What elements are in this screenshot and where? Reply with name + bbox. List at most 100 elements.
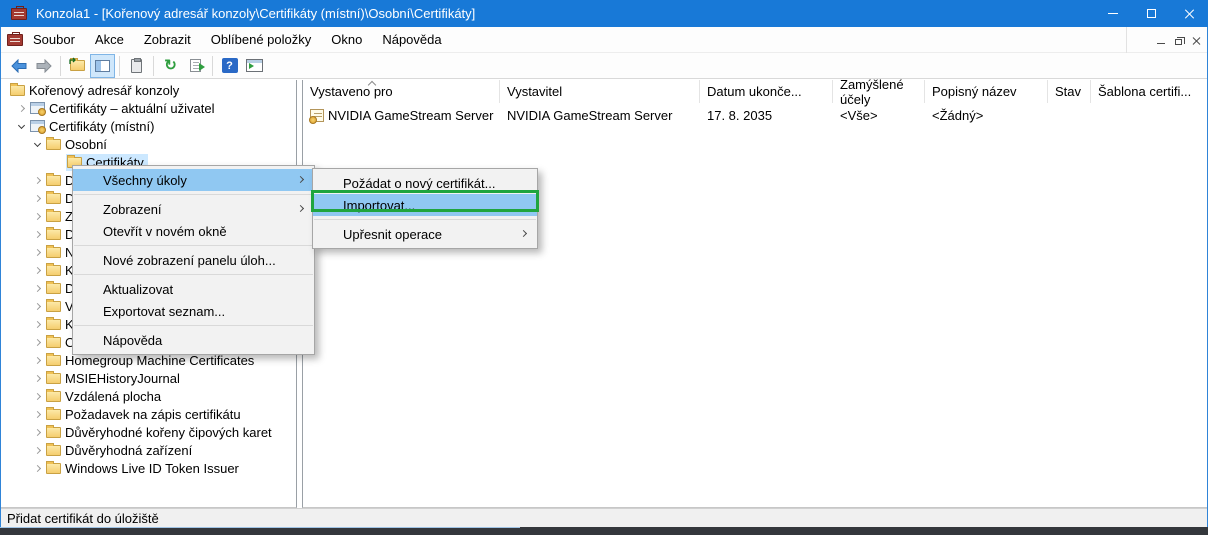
certificate-icon bbox=[310, 109, 324, 122]
menu-soubor[interactable]: Soubor bbox=[23, 27, 85, 52]
back-button[interactable] bbox=[6, 54, 31, 78]
tree-item-cert-enrollment-requests[interactable]: Požadavek na zápis certifikátu bbox=[2, 405, 295, 423]
menu-napoveda[interactable]: Nápověda bbox=[372, 27, 451, 52]
child-restore-button[interactable] bbox=[1175, 39, 1182, 45]
submenu-arrow-icon bbox=[297, 176, 304, 183]
folder-icon bbox=[46, 175, 61, 186]
child-window-controls bbox=[1157, 30, 1201, 50]
chevron-right-icon[interactable] bbox=[32, 358, 42, 363]
refresh-icon: ↻ bbox=[164, 58, 177, 73]
tree-item-label: Vzdálená plocha bbox=[65, 389, 161, 404]
chevron-right-icon[interactable] bbox=[32, 466, 42, 471]
child-close-button[interactable] bbox=[1192, 36, 1201, 45]
chevron-right-icon[interactable] bbox=[32, 340, 42, 345]
chevron-right-icon[interactable] bbox=[32, 286, 42, 291]
tree-item-smart-card-roots[interactable]: Důvěryhodné kořeny čipových karet bbox=[2, 423, 295, 441]
certificate-row[interactable]: NVIDIA GameStream Server NVIDIA GameStre… bbox=[303, 106, 1207, 125]
chevron-right-icon[interactable] bbox=[32, 448, 42, 453]
tree-item-remote-desktop[interactable]: Vzdálená plocha bbox=[2, 387, 295, 405]
column-header-issued-to[interactable]: Vystaveno pro bbox=[303, 80, 500, 103]
chevron-right-icon[interactable] bbox=[32, 376, 42, 381]
chevron-right-icon[interactable] bbox=[32, 250, 42, 255]
maximize-button[interactable] bbox=[1132, 0, 1170, 27]
refresh-button[interactable]: ↻ bbox=[158, 54, 183, 78]
chevron-right-icon[interactable] bbox=[32, 430, 42, 435]
toolbar: ↻ ? bbox=[1, 53, 1207, 79]
show-console-tree-icon bbox=[95, 60, 110, 72]
maximize-icon bbox=[1147, 9, 1156, 18]
mdi-separator bbox=[1126, 27, 1127, 53]
menu-zobrazit[interactable]: Zobrazit bbox=[134, 27, 201, 52]
forward-icon bbox=[36, 59, 52, 73]
up-one-level-button[interactable] bbox=[65, 54, 90, 78]
properties-button[interactable] bbox=[124, 54, 149, 78]
new-window-button[interactable] bbox=[242, 54, 267, 78]
context-menu-item-new-taskpad-view[interactable]: Nové zobrazení panelu úloh... bbox=[73, 249, 314, 271]
context-menu-item-export-list[interactable]: Exportovat seznam... bbox=[73, 300, 314, 322]
chevron-right-icon[interactable] bbox=[32, 394, 42, 399]
properties-icon bbox=[131, 59, 142, 73]
titlebar: Konzola1 - [Kořenový adresář konzoly\Cer… bbox=[0, 0, 1208, 27]
submenu-item-advanced-operations[interactable]: Upřesnit operace bbox=[313, 223, 537, 245]
menu-akce[interactable]: Akce bbox=[85, 27, 134, 52]
help-button[interactable]: ? bbox=[217, 54, 242, 78]
toolbar-separator bbox=[119, 56, 120, 76]
cell-issued-by: NVIDIA GameStream Server bbox=[507, 108, 672, 123]
toolbar-separator bbox=[212, 56, 213, 76]
chevron-right-icon[interactable] bbox=[32, 196, 42, 201]
chevron-right-icon[interactable] bbox=[32, 304, 42, 309]
column-header-friendly-name[interactable]: Popisný název bbox=[925, 80, 1048, 103]
folder-icon bbox=[46, 391, 61, 402]
chevron-down-icon[interactable] bbox=[16, 125, 26, 128]
tree-item-msiehistoryjournal[interactable]: MSIEHistoryJournal bbox=[2, 369, 295, 387]
chevron-right-icon[interactable] bbox=[16, 106, 26, 111]
tree-item-console-root[interactable]: Kořenový adresář konzoly bbox=[2, 81, 295, 99]
context-menu-item-open-new-window[interactable]: Otevřít v novém okně bbox=[73, 220, 314, 242]
minimize-button[interactable] bbox=[1094, 0, 1132, 27]
tree-item-windows-live-id[interactable]: Windows Live ID Token Issuer bbox=[2, 459, 295, 477]
close-icon bbox=[1184, 8, 1195, 19]
forward-button[interactable] bbox=[31, 54, 56, 78]
chevron-down-icon[interactable] bbox=[32, 143, 42, 146]
context-menu-item-all-tasks[interactable]: Všechny úkoly bbox=[73, 169, 314, 191]
tree-item-personal[interactable]: Osobní bbox=[2, 135, 295, 153]
chevron-right-icon[interactable] bbox=[32, 322, 42, 327]
tree-item-trusted-devices[interactable]: Důvěryhodná zařízení bbox=[2, 441, 295, 459]
folder-icon bbox=[46, 139, 61, 150]
chevron-right-icon[interactable] bbox=[32, 214, 42, 219]
menu-okno[interactable]: Okno bbox=[321, 27, 372, 52]
mmc-app-icon bbox=[11, 8, 27, 20]
export-list-button[interactable] bbox=[183, 54, 208, 78]
show-console-tree-button[interactable] bbox=[90, 54, 115, 78]
submenu-item-request-new-certificate[interactable]: Požádat o nový certifikát... bbox=[313, 172, 537, 194]
column-header-expiration-date[interactable]: Datum ukonče... bbox=[700, 80, 833, 103]
folder-icon bbox=[10, 85, 25, 96]
folder-icon bbox=[46, 193, 61, 204]
taskbar-sliver bbox=[0, 527, 1208, 535]
chevron-right-icon[interactable] bbox=[32, 412, 42, 417]
chevron-right-icon[interactable] bbox=[32, 232, 42, 237]
context-menu-item-view[interactable]: Zobrazení bbox=[73, 198, 314, 220]
tree-item-label: Osobní bbox=[65, 137, 107, 152]
folder-icon bbox=[46, 301, 61, 312]
folder-icon bbox=[46, 265, 61, 276]
tree-item-certificates-local[interactable]: Certifikáty (místní) bbox=[2, 117, 295, 135]
close-button[interactable] bbox=[1170, 0, 1208, 27]
chevron-right-icon[interactable] bbox=[32, 268, 42, 273]
context-menu-item-help[interactable]: Nápověda bbox=[73, 329, 314, 351]
submenu-item-import[interactable]: Importovat... bbox=[313, 194, 537, 216]
context-menu-item-refresh[interactable]: Aktualizovat bbox=[73, 278, 314, 300]
new-window-icon bbox=[246, 59, 263, 72]
child-minimize-button[interactable] bbox=[1157, 43, 1165, 44]
column-header-issued-by[interactable]: Vystavitel bbox=[500, 80, 700, 103]
column-header-status[interactable]: Stav bbox=[1048, 80, 1091, 103]
column-header-intended-purposes[interactable]: Zamýšlené účely bbox=[833, 80, 925, 103]
menu-separator bbox=[74, 325, 313, 326]
tree-item-certificates-current-user[interactable]: Certifikáty – aktuální uživatel bbox=[2, 99, 295, 117]
folder-icon bbox=[46, 355, 61, 366]
status-bar: Přidat certifikát do úložiště bbox=[1, 508, 1207, 527]
menu-oblibene-polozky[interactable]: Oblíbené položky bbox=[201, 27, 321, 52]
chevron-right-icon[interactable] bbox=[32, 178, 42, 183]
column-header-certificate-template[interactable]: Šablona certifi... bbox=[1091, 80, 1206, 103]
folder-icon bbox=[46, 463, 61, 474]
